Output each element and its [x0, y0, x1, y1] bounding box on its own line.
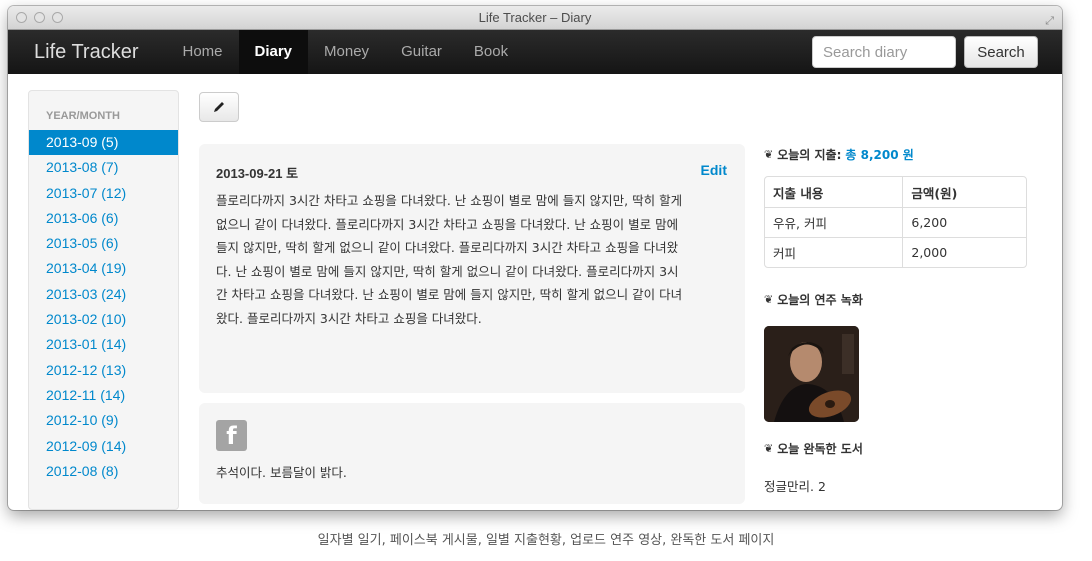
facebook-icon[interactable]: f [216, 420, 247, 451]
sidebar-item-month[interactable]: 2012-09 (14) [29, 434, 178, 459]
title-bar: Life Tracker – Diary ⤢ [8, 6, 1062, 30]
sidebar-item-month[interactable]: 2013-08 (7) [29, 155, 178, 180]
sidebar-item-month[interactable]: 2012-10 (9) [29, 408, 178, 433]
sidebar-item-month[interactable]: 2013-07 (12) [29, 181, 178, 206]
table-header: 금액(원) [902, 177, 1026, 207]
search-form: Search [812, 36, 1038, 68]
performance-title: ❦ 오늘의 연주 녹화 [764, 293, 863, 307]
entry-line: 다. 난 쇼핑이 별로 맘에 들지 않지만, 딱히 할게 없으니 같이 다녀왔다… [216, 263, 679, 279]
sidebar-item-month[interactable]: 2013-06 (6) [29, 206, 178, 231]
nav-item-money[interactable]: Money [308, 30, 385, 74]
books-title: ❦ 오늘 완독한 도서 [764, 442, 863, 456]
nav-item-guitar[interactable]: Guitar [385, 30, 458, 74]
minimize-window-button[interactable] [34, 12, 45, 23]
entry-line: 플로리다까지 3시간 차타고 쇼핑을 다녀왔다. 난 쇼핑이 별로 맘에 들지 … [216, 193, 683, 208]
sidebar-header: YEAR/MONTH [46, 110, 120, 122]
close-window-button[interactable] [16, 12, 27, 23]
expense-amount: 6,200 [902, 207, 1026, 237]
facebook-post-text: 추석이다. 보름달이 밝다. [216, 465, 347, 480]
leaf-icon: ❦ [764, 293, 774, 306]
window-title: Life Tracker – Diary [478, 10, 592, 25]
entry-date: 2013-09-21 토 [216, 166, 299, 181]
entry-line: 왔다. 플로리다까지 3시간 차타고 쇼핑을 다녀왔다. [216, 310, 482, 326]
leaf-icon: ❦ [764, 148, 774, 161]
sidebar-item-month[interactable]: 2012-12 (13) [29, 358, 178, 383]
new-entry-button[interactable] [199, 92, 239, 122]
window-controls [16, 12, 63, 23]
search-button[interactable]: Search [964, 36, 1038, 68]
nav-item-home[interactable]: Home [166, 30, 238, 74]
expense-amount: 2,000 [902, 237, 1026, 267]
sidebar-item-month[interactable]: 2013-04 (19) [29, 256, 178, 281]
table-row: 커피 2,000 [765, 237, 1026, 267]
facebook-post-card: f 추석이다. 보름달이 밝다. [199, 403, 745, 504]
performance-video-thumbnail[interactable] [764, 326, 859, 422]
entry-line: 들지 않지만, 딱히 할게 없으니 같이 다녀왔다. 플로리다까지 3시간 차타… [216, 240, 679, 256]
video-image [764, 326, 859, 422]
leaf-icon: ❦ [764, 442, 774, 455]
diary-entry-card: 2013-09-21 토 Edit 플로리다까지 3시간 차타고 쇼핑을 다녀왔… [199, 144, 745, 393]
sidebar-item-month[interactable]: 2013-03 (24) [29, 282, 178, 307]
book-item: 정글만리. 2 [764, 479, 826, 494]
expense-item: 우유, 커피 [765, 207, 903, 237]
table-header: 지출 내용 [773, 185, 824, 201]
sidebar-item-month[interactable]: 2013-01 (14) [29, 332, 178, 357]
sidebar-item-month[interactable]: 2013-05 (6) [29, 231, 178, 256]
sidebar-item-month[interactable]: 2012-08 (8) [29, 459, 178, 484]
entry-body: 플로리다까지 3시간 차타고 쇼핑을 다녀왔다. 난 쇼핑이 별로 맘에 들지 … [216, 189, 734, 331]
sidebar-item-month[interactable]: 2013-09 (5) [29, 130, 178, 156]
month-sidebar: YEAR/MONTH 2013-09 (5) 2013-08 (7) 2013-… [28, 90, 179, 510]
main-nav: Home Diary Money Guitar Book [166, 30, 524, 74]
expenses-total: 총 8,200 원 [845, 148, 914, 162]
search-input[interactable] [812, 36, 956, 68]
entry-line: 간 차타고 쇼핑을 다녀왔다. 난 쇼핑이 별로 맘에 들지 않지만, 딱히 할… [216, 287, 683, 303]
pencil-icon [214, 102, 224, 112]
entry-edit-link[interactable]: Edit [701, 162, 727, 178]
figure-caption: 일자별 일기, 페이스북 게시물, 일별 지출현황, 업로드 연주 영상, 완독… [317, 533, 775, 548]
nav-item-book[interactable]: Book [458, 30, 524, 74]
navbar: Life Tracker Home Diary Money Guitar Boo… [8, 30, 1062, 74]
entry-line: 없으니 같이 다녀왔다. 플로리다까지 3시간 차타고 쇼핑을 다녀왔다. 난 … [216, 216, 679, 232]
table-row: 우유, 커피 6,200 [765, 207, 1026, 237]
nav-item-diary[interactable]: Diary [238, 30, 309, 74]
expenses-title: ❦ 오늘의 지출: 총 8,200 원 [764, 148, 914, 162]
brand-logo[interactable]: Life Tracker [34, 41, 138, 64]
sidebar-item-month[interactable]: 2012-11 (14) [29, 383, 178, 408]
expense-item: 커피 [765, 237, 903, 267]
sidebar-item-month[interactable]: 2013-02 (10) [29, 307, 178, 332]
expenses-table: 지출 내용 금액(원) 우유, 커피 6,200 커피 2,000 [764, 176, 1027, 268]
zoom-window-button[interactable] [52, 12, 63, 23]
daily-summary-panel: ❦ 오늘의 지출: 총 8,200 원 지출 내용 금액(원) 우유, 커피 6… [764, 146, 1027, 495]
